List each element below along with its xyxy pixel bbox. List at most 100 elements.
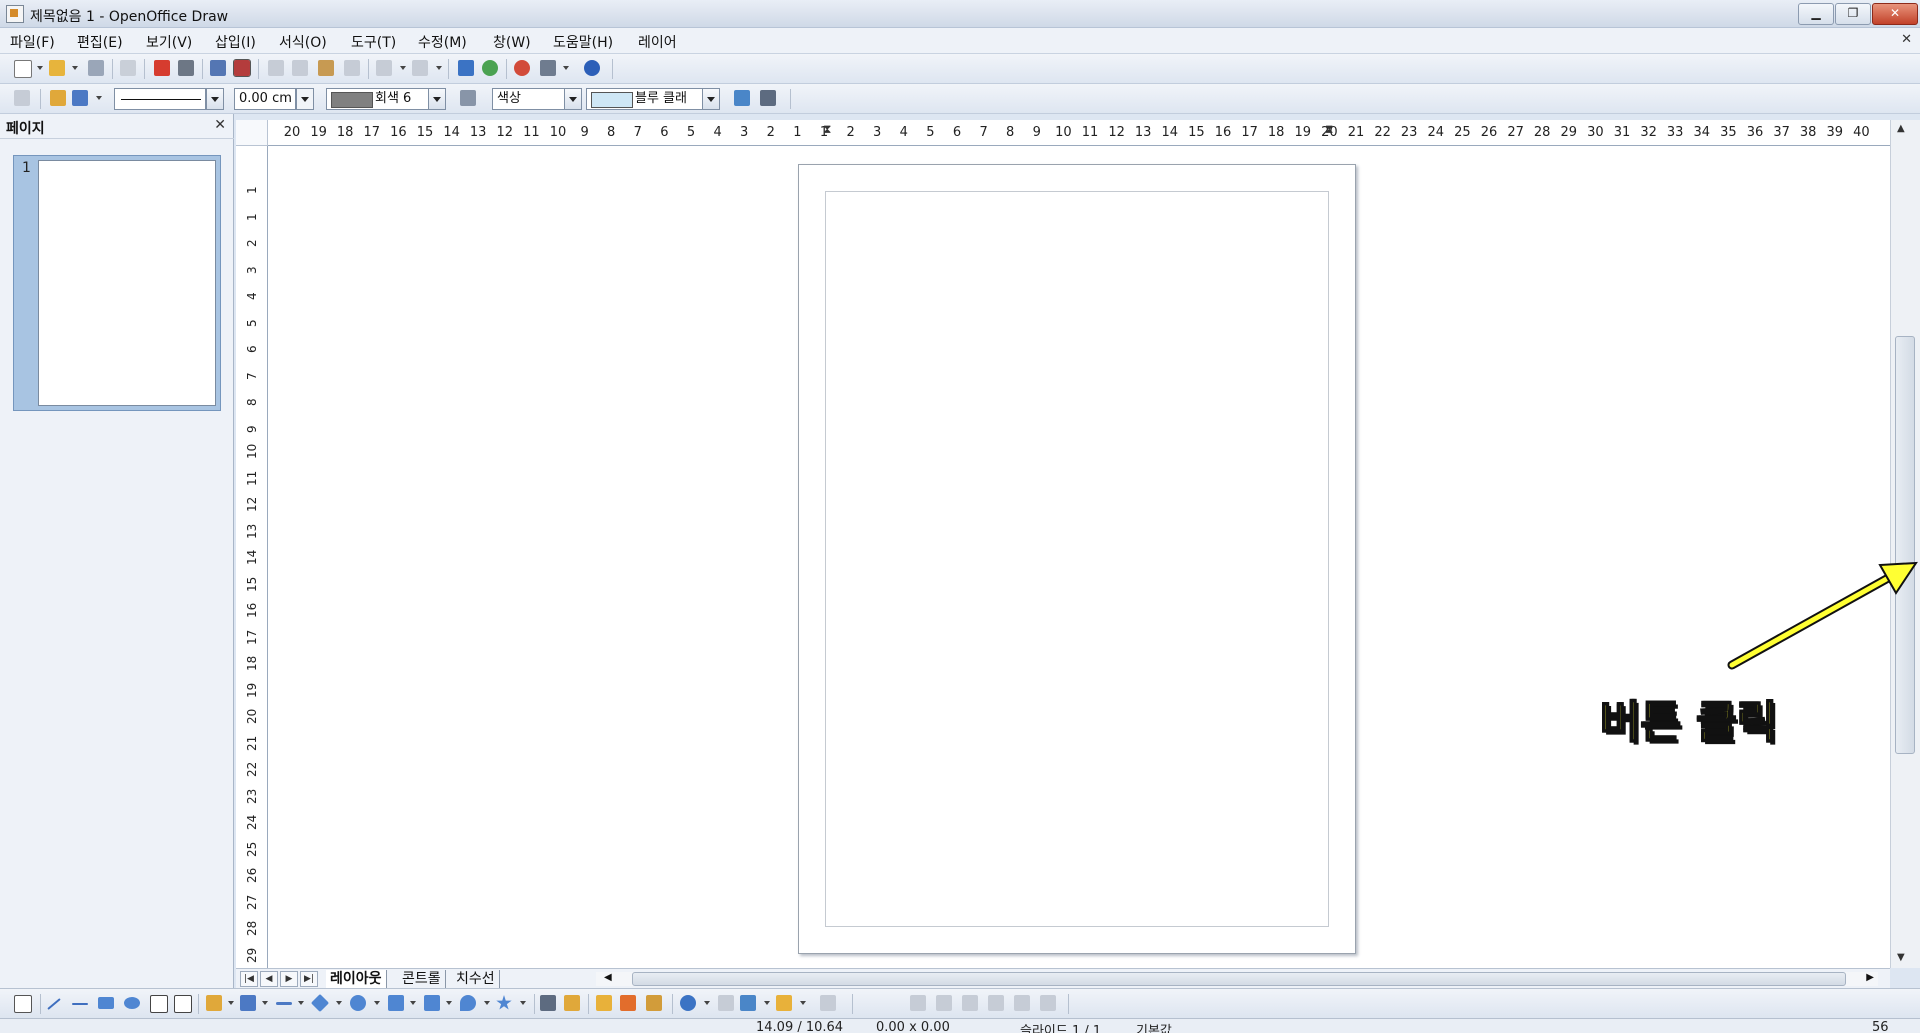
align-left-icon[interactable] (910, 995, 926, 1011)
vertical-ruler[interactable]: 1 1 2 3 4 5 6 7 8 9 10 11 12 13 14 15 16 17 18 19 20 21 22 23 24… (236, 146, 268, 968)
cut-icon[interactable] (268, 60, 284, 76)
paste-icon[interactable] (318, 60, 334, 76)
scroll-right-icon[interactable]: ▶ (1866, 972, 1874, 983)
glue-points-icon[interactable] (564, 995, 580, 1011)
lines-arrows-dropdown-icon[interactable] (298, 1001, 304, 1005)
curve-dropdown-icon[interactable] (228, 1001, 234, 1005)
align-right-icon[interactable] (962, 995, 978, 1011)
tab-layout[interactable]: 레이아웃 (326, 970, 387, 988)
select-arrow-icon[interactable] (14, 995, 32, 1013)
format-paintbrush-icon[interactable] (344, 60, 360, 76)
connector-tool-icon[interactable] (240, 995, 256, 1011)
align-icon[interactable] (740, 995, 756, 1011)
horizontal-scrollbar[interactable]: ◀ ▶ (596, 972, 1878, 986)
redo-dropdown-icon[interactable] (436, 66, 442, 70)
menu-modify[interactable]: 수정(M) (418, 32, 467, 52)
scroll-up-icon[interactable]: ▲ (1897, 123, 1905, 134)
last-tab-icon[interactable]: ▶| (300, 971, 318, 987)
menu-view[interactable]: 보기(V) (146, 32, 192, 52)
block-arrows-dropdown-icon[interactable] (410, 1001, 416, 1005)
navigator-icon[interactable] (482, 60, 498, 76)
autospellcheck-icon[interactable] (233, 59, 251, 77)
undo-icon[interactable] (376, 60, 392, 76)
lines-arrows-tool-icon[interactable] (276, 1002, 292, 1005)
drawing-canvas[interactable] (268, 146, 1890, 968)
flowchart-icon[interactable] (424, 995, 440, 1011)
ellipse-tool-icon[interactable] (124, 997, 140, 1009)
extrusion-icon[interactable] (820, 995, 836, 1011)
align-top-icon[interactable] (988, 995, 1004, 1011)
open-folder-icon[interactable] (49, 60, 65, 76)
toolbar-grip[interactable] (612, 59, 613, 79)
undo-dropdown-icon[interactable] (400, 66, 406, 70)
toolbar-grip[interactable] (1068, 994, 1069, 1014)
align-middle-icon[interactable] (1014, 995, 1030, 1011)
align-dropdown-icon[interactable] (764, 1001, 770, 1005)
line-color-dropdown[interactable] (428, 88, 446, 110)
flowchart-dropdown-icon[interactable] (446, 1001, 452, 1005)
connector-dropdown-icon[interactable] (262, 1001, 268, 1005)
align-center-icon[interactable] (936, 995, 952, 1011)
new-dropdown-icon[interactable] (37, 66, 43, 70)
export-pdf-icon[interactable] (154, 60, 170, 76)
open-dropdown-icon[interactable] (72, 66, 78, 70)
menu-file[interactable]: 파일(F) (10, 32, 55, 52)
stars-dropdown-icon[interactable] (520, 1001, 526, 1005)
rectangle-tool-icon[interactable] (98, 997, 114, 1009)
effects-dropdown-icon[interactable] (704, 1001, 710, 1005)
fontwork-icon[interactable] (596, 995, 612, 1011)
area-color-dropdown[interactable] (702, 88, 720, 110)
points-icon[interactable] (540, 995, 556, 1011)
curve-tool-icon[interactable] (206, 995, 222, 1011)
toolbar-grip[interactable] (790, 89, 791, 109)
first-tab-icon[interactable]: |◀ (240, 971, 258, 987)
help-icon[interactable] (584, 60, 600, 76)
close-document-icon[interactable]: ✕ (1901, 32, 1912, 47)
styles-icon[interactable] (14, 90, 30, 106)
menu-format[interactable]: 서식(O) (279, 32, 327, 52)
arrange-dropdown-icon[interactable] (800, 1001, 806, 1005)
drawing-page[interactable] (798, 164, 1356, 954)
slide-thumbnail-item[interactable]: 1 (13, 155, 221, 411)
menu-help[interactable]: 도움말(H) (553, 32, 613, 52)
callouts-dropdown-icon[interactable] (484, 1001, 490, 1005)
ruler-corner[interactable] (236, 120, 268, 146)
menu-tools[interactable]: 도구(T) (351, 32, 396, 52)
menu-window[interactable]: 창(W) (493, 32, 531, 52)
vertical-scrollbar[interactable]: ▲ ▼ (1890, 120, 1920, 968)
basic-shapes-icon[interactable] (310, 993, 330, 1013)
minimize-button[interactable]: ▁ (1798, 3, 1834, 25)
area-style-dropdown[interactable] (564, 88, 582, 110)
menu-insert[interactable]: 삽입(I) (215, 32, 256, 52)
stars-icon[interactable] (496, 995, 512, 1010)
callouts-icon[interactable] (460, 995, 476, 1011)
menu-layer[interactable]: 레이어 (638, 32, 677, 52)
tab-dimension-lines[interactable]: 치수선 (452, 970, 500, 988)
redo-icon[interactable] (412, 60, 428, 76)
vertical-text-tool-icon[interactable] (174, 995, 192, 1013)
close-window-button[interactable]: ✕ (1872, 3, 1918, 25)
symbol-shapes-dropdown-icon[interactable] (374, 1001, 380, 1005)
status-zoom[interactable]: 56 (1872, 1020, 1889, 1033)
line-arrow-tool-icon[interactable] (72, 1003, 88, 1005)
spellcheck-icon[interactable] (210, 60, 226, 76)
text-tool-icon[interactable] (150, 995, 168, 1013)
slide-thumbnail[interactable] (38, 160, 216, 406)
chart-icon[interactable] (458, 60, 474, 76)
ruler-margin-marker-icon[interactable]: ⧗ (1325, 122, 1333, 137)
line-width-spinner[interactable] (296, 88, 314, 110)
print-icon[interactable] (178, 60, 194, 76)
close-panel-icon[interactable]: ✕ (214, 117, 226, 133)
menu-edit[interactable]: 편집(E) (77, 32, 123, 52)
shadow-icon[interactable] (734, 90, 750, 106)
line-icon[interactable] (50, 90, 66, 106)
effects-icon[interactable] (680, 995, 696, 1011)
area-color-select[interactable]: 블루 클래 (586, 88, 720, 110)
save-icon[interactable] (88, 60, 104, 76)
arrange-icon[interactable] (776, 995, 792, 1011)
ruler-margin-marker-icon[interactable]: ⧗ (823, 122, 831, 137)
tab-controls[interactable]: 콘트롤 (398, 970, 446, 988)
next-tab-icon[interactable]: ▶ (280, 971, 298, 987)
transformations-icon[interactable] (760, 90, 776, 106)
toolbar-grip[interactable] (852, 994, 853, 1014)
